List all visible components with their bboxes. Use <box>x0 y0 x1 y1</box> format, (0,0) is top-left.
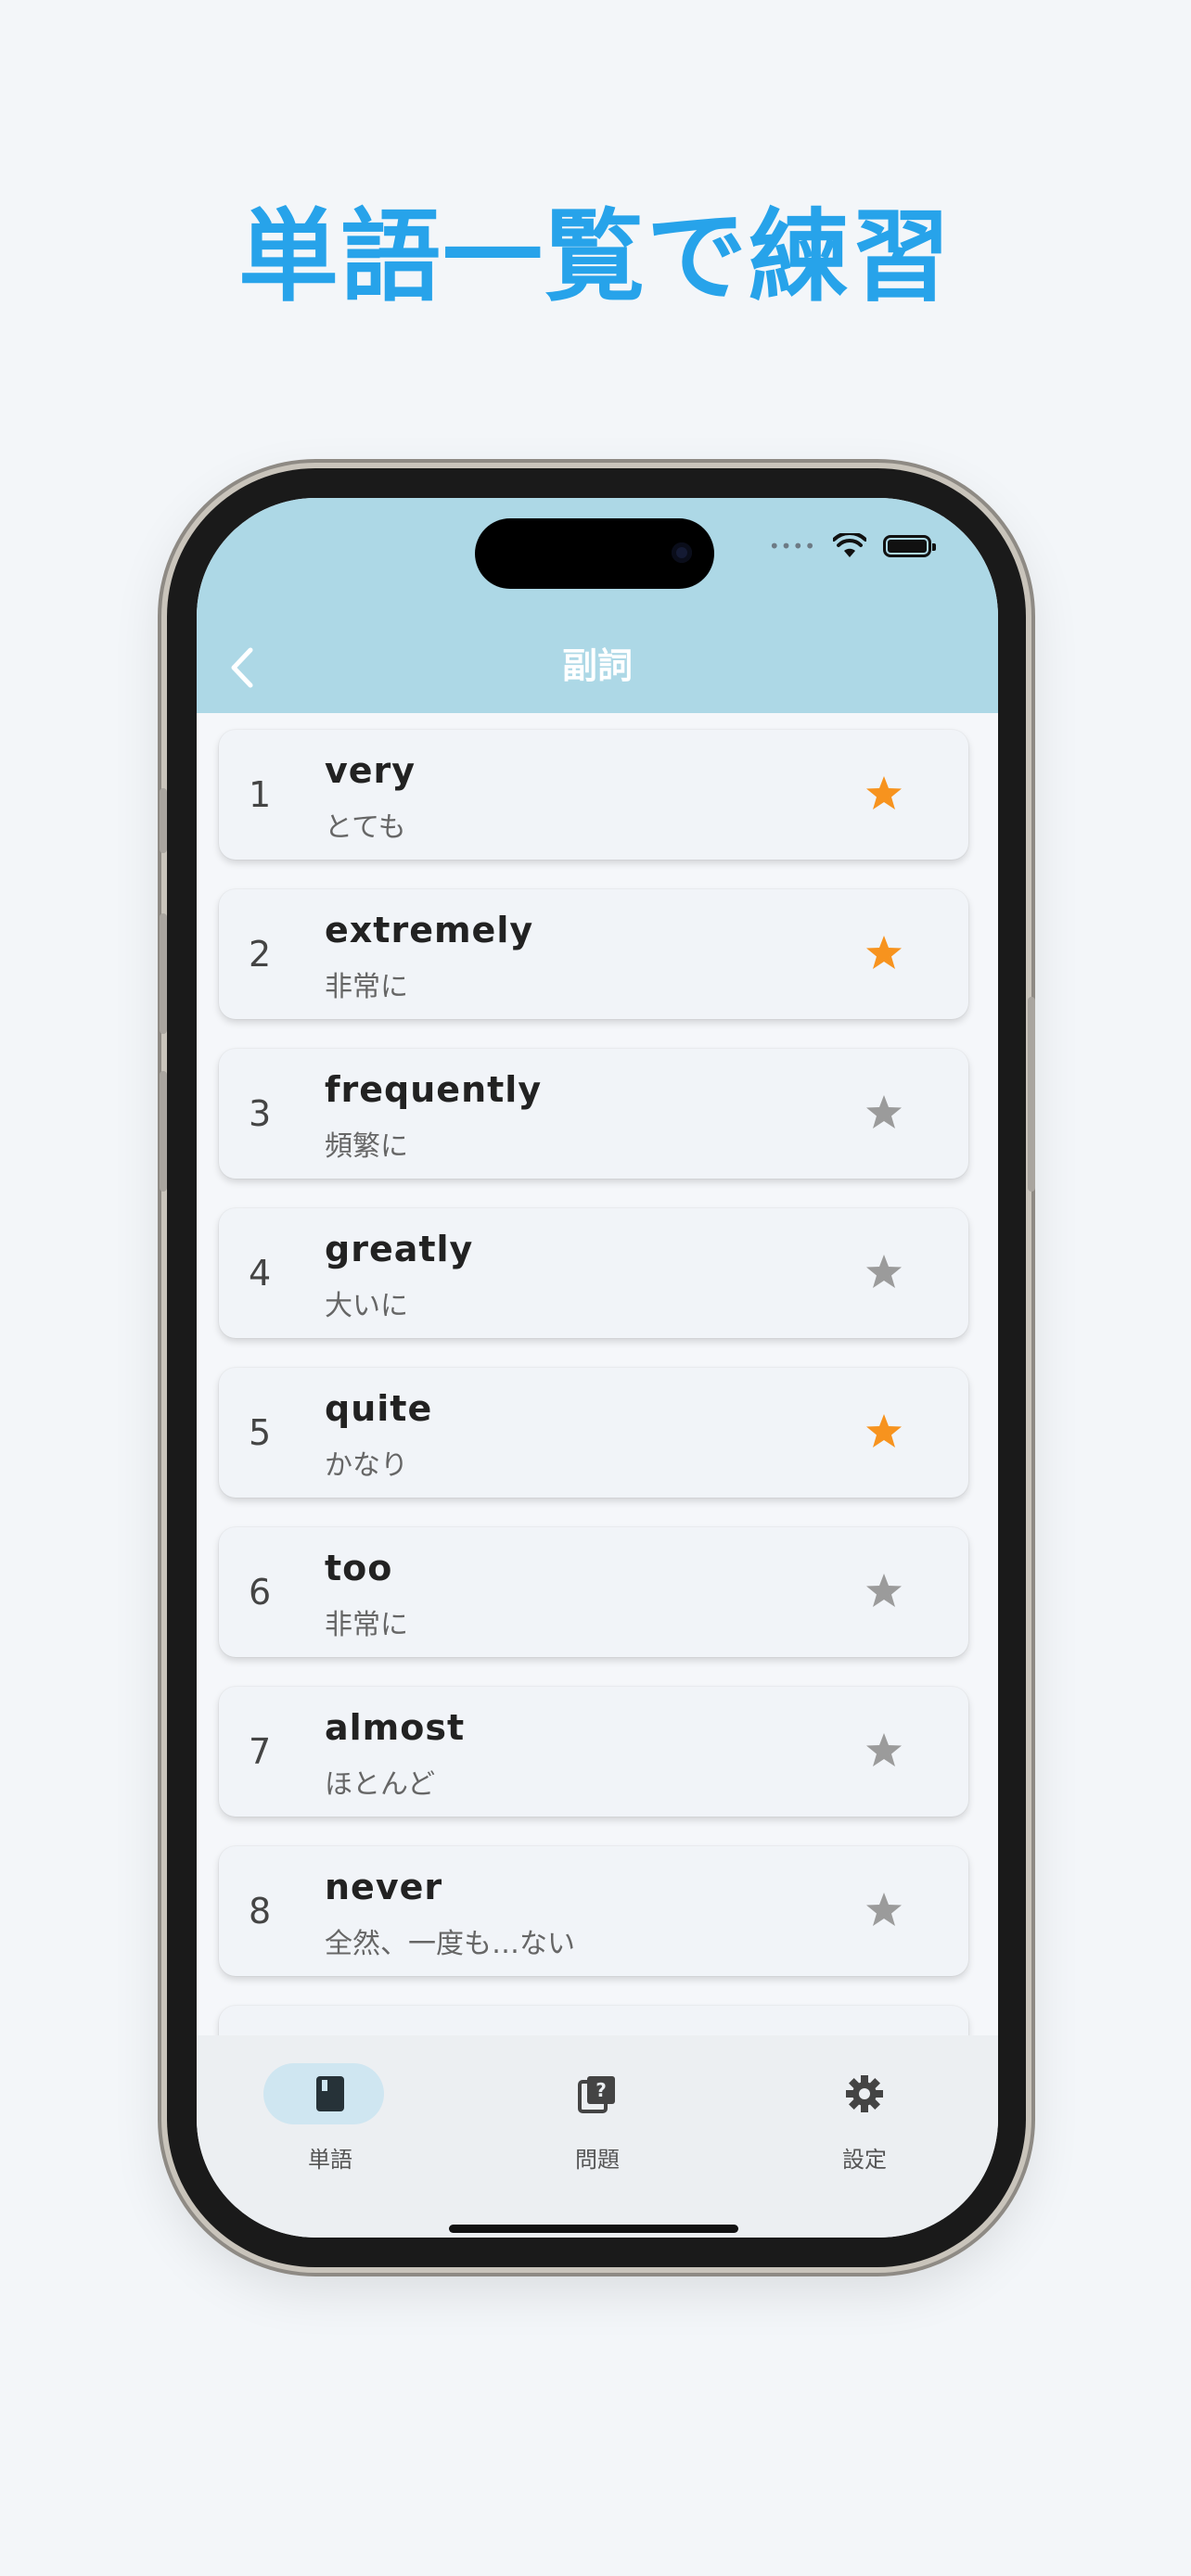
word-text: greatly <box>325 1229 474 1269</box>
word-meaning: 非常に <box>325 971 408 1003</box>
word-meaning: ほとんど <box>325 1768 436 1801</box>
tab-bar: 単語? 問題 設定 <box>197 2035 998 2238</box>
word-meaning: 全然、一度も…ない <box>325 1928 575 1960</box>
word-meaning: 大いに <box>325 1290 408 1322</box>
star-icon[interactable] <box>864 1093 903 1132</box>
word-meaning: 非常に <box>325 1609 408 1641</box>
side-button <box>160 788 167 853</box>
word-card[interactable]: 2 extremely 非常に <box>219 889 968 1019</box>
word-number: 5 <box>249 1412 272 1453</box>
star-icon[interactable] <box>864 1731 903 1770</box>
svg-text:?: ? <box>596 2079 607 2101</box>
word-meaning: 頻繁に <box>325 1130 408 1163</box>
word-meaning: とても <box>325 811 406 844</box>
app-screen: •••• 副詞 1 very とても 2 extremely 非常に 3 frequently… <box>197 498 998 2238</box>
star-icon[interactable] <box>864 1572 903 1611</box>
word-text: too <box>325 1548 393 1588</box>
word-number: 2 <box>249 934 272 975</box>
side-button <box>160 913 167 1034</box>
word-number: 6 <box>249 1572 272 1613</box>
word-number: 7 <box>249 1731 272 1772</box>
battery-icon <box>883 535 936 557</box>
status-bar: •••• <box>768 533 936 559</box>
tab-label: 設定 <box>842 2147 887 2173</box>
word-list: 1 very とても 2 extremely 非常に 3 frequently 頻繁に 4 grea… <box>219 730 968 2110</box>
home-indicator <box>449 2225 738 2233</box>
word-number: 4 <box>249 1253 272 1294</box>
word-number: 8 <box>249 1891 272 1932</box>
word-text: quite <box>325 1388 433 1429</box>
word-card[interactable]: 4 greatly 大いに <box>219 1208 968 1338</box>
word-meaning: かなり <box>325 1449 408 1482</box>
word-card[interactable]: 1 very とても <box>219 730 968 860</box>
star-icon[interactable] <box>864 1891 903 1930</box>
gear-icon <box>846 2075 883 2112</box>
star-icon[interactable] <box>864 1253 903 1292</box>
word-text: extremely <box>325 910 534 950</box>
word-text: never <box>325 1867 443 1907</box>
signal-icon: •••• <box>768 535 816 557</box>
tab-words[interactable]: 単語 <box>197 2035 464 2173</box>
tab-label: 単語 <box>308 2147 352 2173</box>
wifi-icon <box>833 533 866 557</box>
tab-settings[interactable]: 設定 <box>731 2035 998 2173</box>
star-icon[interactable] <box>864 934 903 973</box>
navigation-bar: •••• 副詞 <box>197 498 998 713</box>
star-icon[interactable] <box>864 774 903 813</box>
word-card[interactable]: 7 almost ほとんど <box>219 1687 968 1817</box>
side-button <box>160 1071 167 1192</box>
headline: 単語一覧で練習 <box>237 199 953 315</box>
tab-quiz[interactable]: ? 問題 <box>464 2035 731 2173</box>
word-card[interactable]: 6 too 非常に <box>219 1527 968 1657</box>
side-button <box>1028 997 1035 1192</box>
word-number: 1 <box>249 774 272 815</box>
word-card[interactable]: 3 frequently 頻繁に <box>219 1049 968 1179</box>
page-title: 副詞 <box>561 645 633 686</box>
star-icon[interactable] <box>864 1412 903 1451</box>
word-text: very <box>325 750 416 791</box>
tab-label: 問題 <box>575 2147 620 2173</box>
book-icon <box>316 2076 344 2111</box>
word-text: almost <box>325 1707 466 1748</box>
word-card[interactable]: 8 never 全然、一度も…ない <box>219 1846 968 1976</box>
word-number: 3 <box>249 1093 272 1134</box>
word-text: frequently <box>325 1069 543 1110</box>
dynamic-island <box>475 518 714 589</box>
word-card[interactable]: 5 quite かなり <box>219 1368 968 1498</box>
quiz-icon: ? <box>578 2076 615 2113</box>
